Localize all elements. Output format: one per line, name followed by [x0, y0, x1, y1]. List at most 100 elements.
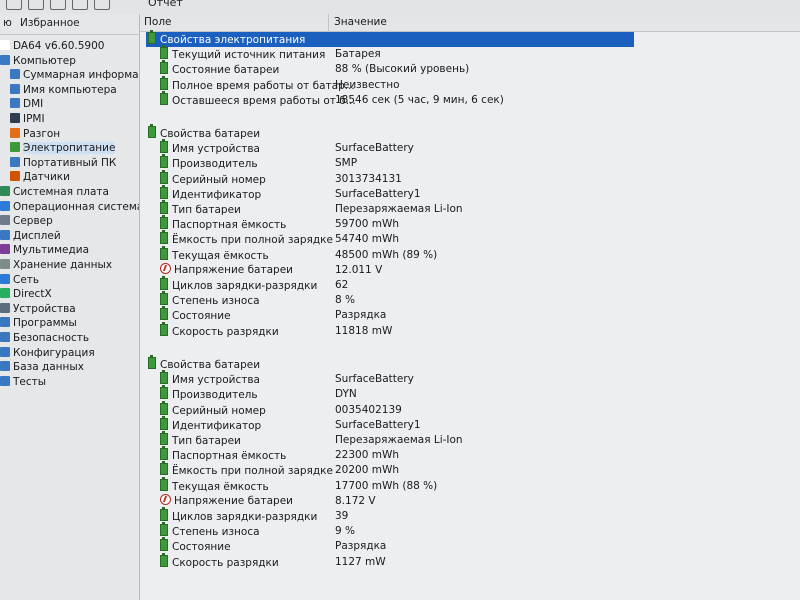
tree-item-label: База данных [13, 361, 84, 374]
tree-item[interactable]: Конфигурация [0, 346, 95, 360]
property-row[interactable]: Паспортная ёмкость 22300 mWh [140, 446, 800, 463]
property-row[interactable]: Тип батареи Перезаряжаемая Li-Ion [140, 200, 800, 217]
tab-menu[interactable]: ю [3, 17, 12, 29]
tree-item[interactable]: Программы [0, 316, 77, 330]
devices-icon [0, 302, 10, 313]
tree-item[interactable]: DA64 v6.60.5900 [0, 39, 104, 53]
tree-item[interactable]: Хранение данных [0, 258, 112, 272]
section-header[interactable]: Свойства электропитания [146, 30, 634, 47]
property-row[interactable]: Текущая ёмкость 17700 mWh (88 %) [140, 476, 800, 494]
column-value[interactable]: Значение [334, 16, 387, 28]
display-icon [0, 229, 10, 240]
property-row[interactable]: Паспортная ёмкость 59700 mWh [140, 215, 800, 232]
battery-icon [160, 245, 168, 260]
property-value: Неизвестно [335, 78, 400, 91]
property-row[interactable]: Циклов зарядки-разрядки 62 [140, 276, 800, 293]
tree-item[interactable]: Датчики [10, 170, 70, 184]
tree-item[interactable]: Безопасность [0, 331, 89, 345]
property-row[interactable]: Степень износа 8 % [140, 291, 800, 308]
property-value: 8.172 V [335, 494, 376, 507]
property-row[interactable]: Идентификатор SurfaceBattery1 [140, 184, 800, 202]
property-row[interactable]: Идентификатор SurfaceBattery1 [140, 415, 800, 433]
property-row[interactable]: Степень износа 9 % [140, 522, 800, 539]
property-row[interactable]: Скорость разрядки 1127 mW [140, 552, 800, 570]
property-row[interactable]: Серийный номер 3013734131 [140, 169, 800, 187]
property-row[interactable]: Производитель DYN [140, 385, 800, 402]
tree-item[interactable]: Тесты [0, 375, 46, 389]
app-icon [0, 40, 10, 50]
tree-item[interactable]: Имя компьютера [10, 83, 117, 97]
property-row[interactable]: Оставшееся время работы от б... 18546 сек… [140, 90, 800, 108]
tree-item[interactable]: Компьютер [0, 54, 76, 68]
tree-item[interactable]: Суммарная информация [10, 68, 139, 82]
tree-item-label: Системная плата [13, 186, 109, 198]
property-row[interactable]: Имя устройства SurfaceBattery [140, 370, 800, 387]
tree-item[interactable]: DMI [10, 97, 43, 111]
toolbar-button-icon[interactable] [72, 0, 88, 10]
property-row[interactable]: Напряжение батареи 8.172 V [140, 493, 800, 509]
tree-item[interactable]: Сеть [0, 273, 39, 287]
tree-item[interactable]: Дисплей [0, 229, 61, 243]
property-row[interactable]: Состояние батареи 88 % (Высокий уровень) [140, 60, 800, 77]
toolbar-button-icon[interactable] [50, 0, 66, 10]
property-row[interactable]: Напряжение батареи 12.011 V [140, 262, 800, 278]
battery-icon [160, 385, 168, 400]
toolbar-button-icon[interactable] [28, 0, 44, 10]
column-header: Поле Значение [140, 14, 800, 32]
chart-icon[interactable] [94, 0, 110, 10]
property-field: Ёмкость при полной зарядке [172, 234, 333, 247]
tree-item[interactable]: Портативный ПК [10, 156, 116, 170]
property-row[interactable]: Ёмкость при полной зарядке 20200 mWh [140, 461, 800, 478]
property-row[interactable]: Имя устройства SurfaceBattery [140, 139, 800, 156]
tree-item[interactable]: Сервер [0, 214, 53, 228]
tree-item[interactable]: IPMI [10, 112, 45, 126]
property-value: 88 % (Высокий уровень) [335, 63, 470, 76]
section-header[interactable]: Свойства батареи [146, 355, 446, 372]
property-row[interactable]: Текущий источник питания Батарея [140, 45, 800, 62]
property-row[interactable]: Текущая ёмкость 48500 mWh (89 %) [140, 245, 800, 263]
tree-item[interactable]: DirectX [0, 287, 52, 301]
column-divider[interactable] [328, 14, 329, 31]
property-value: 22300 mWh [335, 449, 400, 462]
battery-icon [160, 45, 168, 60]
toolbar-button-icon[interactable] [6, 0, 22, 10]
property-value: Перезаряжаемая Li-Ion [335, 434, 463, 446]
property-row[interactable]: Производитель SMP [140, 154, 800, 171]
tree-item[interactable]: Устройства [0, 302, 76, 316]
property-row[interactable]: Состояние Разрядка [140, 306, 800, 323]
section-title: Свойства батареи [160, 128, 261, 140]
property-row[interactable]: Серийный номер 0035402139 [140, 400, 800, 418]
section-title: Свойства батареи [160, 359, 261, 371]
report-button[interactable]: Отчет [148, 0, 183, 9]
tree-item[interactable]: Мультимедиа [0, 243, 89, 257]
section-header[interactable]: Свойства батареи [146, 124, 446, 141]
tree-item[interactable]: Электропитание [10, 141, 116, 155]
tree-item[interactable]: Системная плата [0, 185, 109, 199]
property-row[interactable]: Тип батареи Перезаряжаемая Li-Ion [140, 431, 800, 448]
tree-item[interactable]: Операционная система [0, 200, 139, 214]
property-field: Текущая ёмкость [172, 249, 269, 262]
tree-item-label: Безопасность [13, 332, 90, 344]
section-title: Свойства электропитания [160, 34, 306, 46]
property-value: 0035402139 [335, 403, 402, 416]
property-row[interactable]: Полное время работы от батар... Неизвестн… [140, 75, 800, 93]
tab-favorites[interactable]: Избранное [20, 17, 80, 29]
property-row[interactable]: Ёмкость при полной зарядке 54740 mWh [140, 230, 800, 247]
property-row[interactable]: Скорость разрядки 11818 mW [140, 321, 800, 339]
property-row[interactable]: Циклов зарядки-разрядки 39 [140, 507, 800, 524]
tree-item[interactable]: База данных [0, 360, 84, 374]
property-field: Производитель [172, 389, 258, 402]
property-value: SurfaceBattery [335, 373, 414, 386]
property-field: Тип батареи [172, 204, 241, 216]
tree-item-label: Дисплей [13, 229, 61, 242]
property-field: Идентификатор [172, 419, 262, 432]
property-value: 1127 mW [335, 555, 386, 568]
battery-icon [160, 400, 168, 415]
tree-item[interactable]: Разгон [10, 127, 60, 141]
battery-icon [160, 306, 168, 321]
tests-icon [0, 375, 10, 386]
property-row[interactable]: Состояние Разрядка [140, 537, 800, 554]
property-value: 3013734131 [335, 172, 402, 185]
column-field[interactable]: Поле [144, 16, 172, 28]
laptop-icon [10, 156, 20, 167]
